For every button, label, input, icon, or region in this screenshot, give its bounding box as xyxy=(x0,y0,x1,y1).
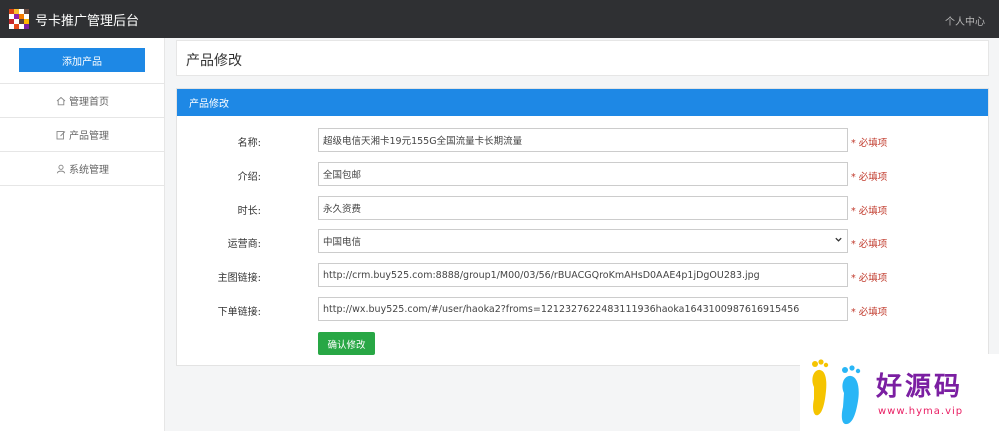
watermark-url: www.hyma.vip xyxy=(878,406,964,417)
carrier-required-hint: * 必填项 xyxy=(851,239,888,250)
name-required-hint: * 必填项 xyxy=(851,138,888,149)
page-header: 产品修改 xyxy=(176,40,989,76)
carrier-select[interactable]: 中国电信 xyxy=(318,229,848,253)
carrier-label: 运营商: xyxy=(227,239,261,250)
name-input[interactable]: 超级电信天湘卡19元155G全国流量卡长期流量 xyxy=(318,128,848,152)
footprint-logo-icon xyxy=(812,359,861,425)
page-title: 产品修改 xyxy=(186,53,242,69)
top-navbar: 号卡推广管理后台 个人中心 xyxy=(0,0,999,38)
user-icon xyxy=(56,164,66,174)
image-link-required-hint: * 必填项 xyxy=(851,273,888,284)
sidebar-item-system[interactable]: 系统管理 xyxy=(0,152,165,186)
image-link-label: 主图链接: xyxy=(217,273,261,284)
app-logo xyxy=(9,9,29,29)
sidebar-item-dashboard[interactable]: 管理首页 xyxy=(0,84,165,118)
carrier-selected-value: 中国电信 xyxy=(323,237,362,248)
duration-label: 时长: xyxy=(237,206,261,217)
order-link-label: 下单链接: xyxy=(217,307,261,318)
intro-required-hint: * 必填项 xyxy=(851,172,888,183)
user-center-link[interactable]: 个人中心 xyxy=(945,13,985,28)
order-link-required-hint: * 必填项 xyxy=(851,307,888,318)
duration-required-hint: * 必填项 xyxy=(851,206,888,217)
add-product-button[interactable]: 添加产品 xyxy=(19,48,145,72)
order-link-input[interactable]: http://wx.buy525.com/#/user/haoka2?froms… xyxy=(318,297,848,321)
app-title: 号卡推广管理后台 xyxy=(35,13,140,29)
home-icon xyxy=(56,96,66,106)
sidebar: 添加产品 管理首页 产品管理 系统管理 xyxy=(0,38,165,431)
image-link-input[interactable]: http://crm.buy525.com:8888/group1/M00/03… xyxy=(318,263,848,287)
watermark-text: 好源码 xyxy=(876,372,964,402)
edit-product-card: 产品修改 名称: 超级电信天湘卡19元155G全国流量卡长期流量 * 必填项 介… xyxy=(176,88,989,366)
card-header: 产品修改 xyxy=(177,89,988,116)
sidebar-item-label: 系统管理 xyxy=(69,165,109,176)
duration-input[interactable]: 永久资费 xyxy=(318,196,848,220)
sidebar-item-products[interactable]: 产品管理 xyxy=(0,118,165,152)
intro-label: 介绍: xyxy=(237,172,261,183)
edit-icon xyxy=(56,130,66,140)
watermark: 好源码 www.hyma.vip xyxy=(800,354,999,431)
sidebar-item-label: 管理首页 xyxy=(69,97,109,108)
name-label: 名称: xyxy=(237,138,261,149)
chevron-down-icon xyxy=(834,235,843,247)
sidebar-item-label: 产品管理 xyxy=(69,131,109,142)
confirm-edit-button[interactable]: 确认修改 xyxy=(318,332,375,355)
card-title: 产品修改 xyxy=(189,99,229,110)
intro-input[interactable]: 全国包邮 xyxy=(318,162,848,186)
sidebar-menu: 管理首页 产品管理 系统管理 xyxy=(0,83,165,186)
